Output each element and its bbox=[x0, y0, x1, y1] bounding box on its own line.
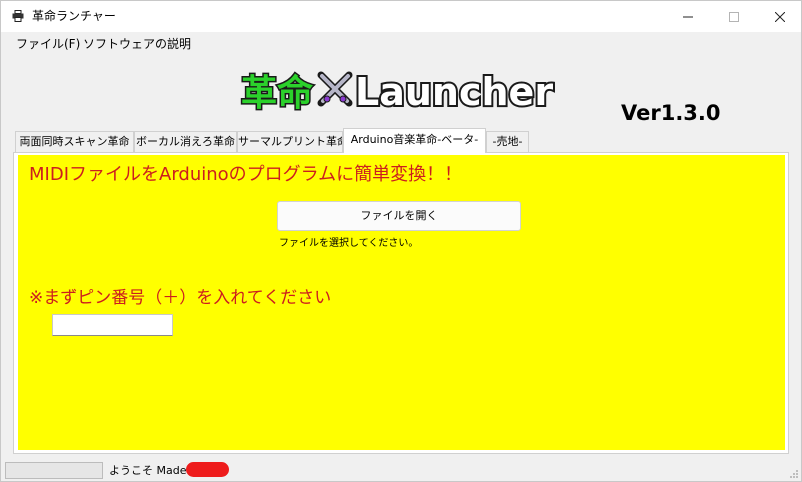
printer-icon bbox=[12, 10, 24, 22]
pin-number-input[interactable] bbox=[52, 314, 173, 336]
crossed-swords-icon bbox=[317, 71, 353, 107]
menu-software-description[interactable]: ソフトウェアの説明 bbox=[83, 36, 191, 52]
menu-file[interactable]: ファイル(F) bbox=[16, 36, 80, 52]
maximize-button[interactable] bbox=[711, 1, 757, 32]
menu-bar: ファイル(F) ソフトウェアの説明 bbox=[1, 32, 801, 56]
panel-heading: MIDIファイルをArduinoのプログラムに簡単変換！！ bbox=[29, 164, 463, 185]
version-label: Ver1.3.0 bbox=[621, 101, 721, 125]
resize-grip-icon[interactable] bbox=[789, 469, 799, 479]
app-window: 革命ランチャー ファイル(F) ソフトウェアの説明 革命 Launcher Ve… bbox=[0, 0, 802, 482]
tab-for-sale[interactable]: -売地- bbox=[486, 131, 529, 152]
minimize-icon bbox=[683, 16, 693, 17]
close-icon bbox=[775, 11, 785, 22]
file-status-text: ファイルを選択してください。 bbox=[279, 238, 419, 249]
launcher-logo: 革命 Launcher bbox=[240, 68, 556, 116]
pin-number-heading: ※まずピン番号（＋）を入れてください bbox=[29, 288, 332, 308]
title-bar[interactable]: 革命ランチャー bbox=[1, 1, 801, 32]
status-bar: ようこそ Made in bbox=[1, 459, 801, 481]
tab-vocal-remover[interactable]: ボーカル消えろ革命 bbox=[134, 131, 237, 152]
window-title: 革命ランチャー bbox=[32, 9, 116, 23]
tab-thermal-print[interactable]: サーマルプリント革命 bbox=[237, 131, 343, 152]
svg-text:Launcher: Launcher bbox=[355, 70, 553, 114]
redaction-mark bbox=[186, 462, 229, 477]
minimize-button[interactable] bbox=[665, 1, 711, 32]
svg-text:革命: 革命 bbox=[241, 72, 313, 114]
maximize-icon bbox=[729, 11, 739, 22]
progress-bar bbox=[5, 462, 103, 479]
tab-duplex-scan[interactable]: 両面同時スキャン革命 bbox=[15, 131, 134, 152]
tab-arduino-music[interactable]: Arduino音楽革命-ベータ- bbox=[343, 128, 486, 153]
close-button[interactable] bbox=[757, 1, 802, 32]
open-file-button[interactable]: ファイルを開く bbox=[277, 201, 521, 231]
